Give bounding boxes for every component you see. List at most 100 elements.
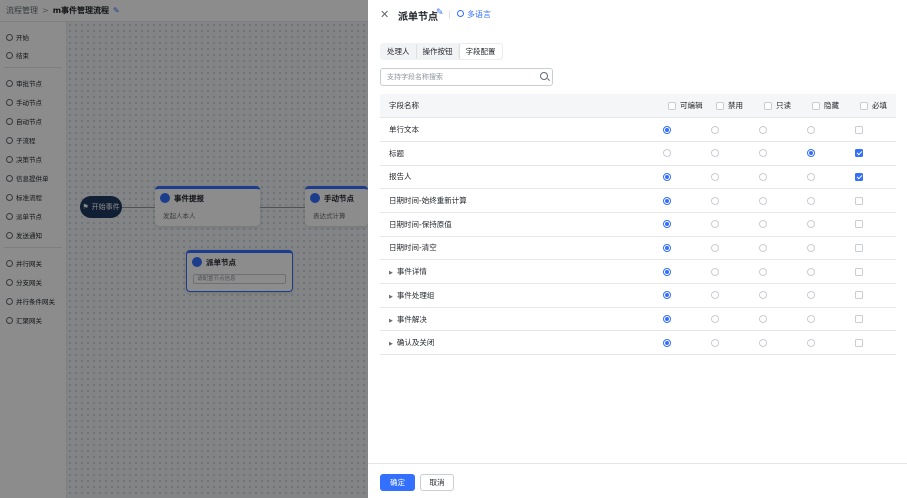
- field-name: 单行文本: [389, 125, 419, 135]
- mode-radio[interactable]: [663, 243, 671, 252]
- mode-radio[interactable]: [711, 243, 719, 252]
- required-checkbox[interactable]: [855, 172, 863, 181]
- select-all-checkbox[interactable]: [668, 101, 676, 110]
- mode-radio[interactable]: [663, 291, 671, 300]
- select-all-checkbox[interactable]: [764, 101, 772, 110]
- mode-radio[interactable]: [663, 267, 671, 276]
- column-header-label: 隐藏: [824, 101, 839, 111]
- required-checkbox[interactable]: [855, 338, 863, 347]
- mode-cell: [752, 165, 800, 190]
- confirm-button[interactable]: 确定: [380, 474, 415, 491]
- expand-caret-icon[interactable]: ▶: [389, 318, 393, 324]
- required-checkbox[interactable]: [855, 291, 863, 300]
- mode-radio[interactable]: [663, 338, 671, 347]
- field-name-cell: ▶ 事件详情: [380, 259, 656, 284]
- mode-radio[interactable]: [807, 291, 815, 300]
- tab-handler[interactable]: 处理人: [381, 44, 416, 59]
- mode-radio[interactable]: [711, 220, 719, 229]
- mode-cell: [704, 236, 752, 261]
- multi-language-link[interactable]: 多语言: [467, 9, 491, 20]
- mode-radio[interactable]: [663, 196, 671, 205]
- mode-radio[interactable]: [759, 267, 767, 276]
- required-checkbox[interactable]: [855, 267, 863, 276]
- mode-radio[interactable]: [759, 125, 767, 134]
- mode-radio[interactable]: [711, 315, 719, 324]
- expand-caret-icon[interactable]: ▶: [389, 270, 393, 276]
- required-cell: [848, 141, 896, 166]
- select-all-checkbox[interactable]: [716, 101, 724, 110]
- field-row: 日期时间-保持原值: [380, 212, 896, 237]
- required-cell: [848, 117, 896, 142]
- mode-cell: [704, 188, 752, 213]
- expand-caret-icon[interactable]: ▶: [389, 341, 393, 347]
- mode-cell: [752, 259, 800, 284]
- mode-cell: [800, 283, 848, 308]
- required-cell: [848, 330, 896, 356]
- mode-radio[interactable]: [807, 196, 815, 205]
- required-checkbox[interactable]: [855, 149, 863, 158]
- mode-radio[interactable]: [663, 220, 671, 229]
- mode-radio[interactable]: [807, 243, 815, 252]
- required-checkbox[interactable]: [855, 196, 863, 205]
- mode-radio[interactable]: [807, 220, 815, 229]
- field-row: ▶ 确认及关闭: [380, 330, 896, 356]
- tab-field-config[interactable]: 字段配置: [458, 44, 502, 59]
- mode-radio[interactable]: [711, 125, 719, 134]
- expand-caret-icon[interactable]: ▶: [389, 294, 393, 300]
- mode-radio[interactable]: [759, 220, 767, 229]
- mode-radio[interactable]: [663, 125, 671, 134]
- mode-cell: [800, 259, 848, 284]
- field-name: 日期时间-清空: [389, 243, 437, 253]
- required-checkbox[interactable]: [855, 125, 863, 134]
- field-row: ▶ 事件解决: [380, 307, 896, 332]
- mode-radio[interactable]: [759, 149, 767, 158]
- mode-radio[interactable]: [663, 172, 671, 181]
- field-row: 日期时间-始终重新计算: [380, 188, 896, 213]
- required-checkbox[interactable]: [855, 220, 863, 229]
- mode-cell: [800, 141, 848, 166]
- mode-radio[interactable]: [807, 267, 815, 276]
- mode-radio[interactable]: [807, 172, 815, 181]
- select-all-checkbox[interactable]: [860, 101, 868, 110]
- mode-radio[interactable]: [759, 172, 767, 181]
- mode-cell: [704, 259, 752, 284]
- mode-radio[interactable]: [711, 338, 719, 347]
- required-checkbox[interactable]: [855, 315, 863, 324]
- field-search-input[interactable]: 支持字段名称搜索: [380, 68, 553, 86]
- mode-radio[interactable]: [711, 196, 719, 205]
- mode-radio[interactable]: [759, 315, 767, 324]
- mode-radio[interactable]: [759, 243, 767, 252]
- mode-radio[interactable]: [711, 267, 719, 276]
- field-row: 报告人: [380, 165, 896, 190]
- mode-radio[interactable]: [711, 291, 719, 300]
- close-icon[interactable]: ✕: [380, 8, 389, 21]
- mode-radio[interactable]: [759, 196, 767, 205]
- drawer-title: 派单节点: [398, 12, 438, 23]
- tab-action-buttons[interactable]: 操作按钮: [415, 44, 459, 59]
- mode-radio[interactable]: [807, 149, 815, 158]
- field-name-cell: 日期时间-始终重新计算: [380, 188, 656, 213]
- mode-radio[interactable]: [807, 125, 815, 134]
- mode-radio[interactable]: [807, 315, 815, 324]
- modal-mask[interactable]: [0, 0, 368, 498]
- mode-radio[interactable]: [759, 338, 767, 347]
- mode-cell: [704, 307, 752, 332]
- column-header-label: 必填: [872, 101, 887, 111]
- mode-radio[interactable]: [759, 291, 767, 300]
- mode-radio[interactable]: [711, 149, 719, 158]
- cancel-button[interactable]: 取消: [420, 474, 454, 491]
- column-header-label: 禁用: [728, 101, 743, 111]
- mode-radio[interactable]: [663, 315, 671, 324]
- field-name-cell: ▶ 事件解决: [380, 307, 656, 332]
- globe-icon[interactable]: [457, 10, 464, 17]
- field-name-cell: 单行文本: [380, 117, 656, 142]
- mode-cell: [704, 165, 752, 190]
- edit-icon[interactable]: ✎: [436, 8, 444, 18]
- mode-radio[interactable]: [663, 149, 671, 158]
- search-icon[interactable]: [540, 72, 548, 80]
- mode-radio[interactable]: [807, 338, 815, 347]
- required-checkbox[interactable]: [855, 243, 863, 252]
- mode-cell: [704, 212, 752, 237]
- mode-radio[interactable]: [711, 172, 719, 181]
- select-all-checkbox[interactable]: [812, 101, 820, 110]
